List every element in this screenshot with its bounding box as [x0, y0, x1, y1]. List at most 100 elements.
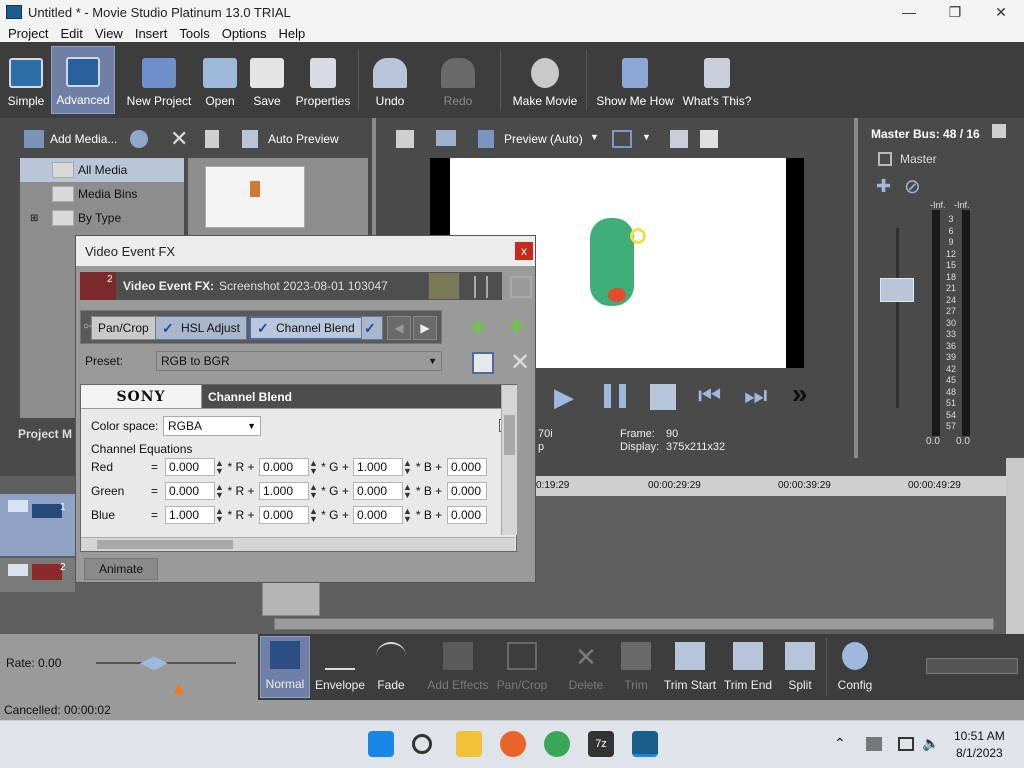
blue-b-field[interactable]: 0.000 — [447, 506, 487, 524]
chevron-down-icon[interactable]: ▼ — [428, 352, 437, 370]
delete-media-icon[interactable]: ✕ — [170, 126, 188, 152]
blue-g-field[interactable]: 0.000 — [353, 506, 403, 524]
grid-overlay-icon[interactable] — [612, 130, 632, 148]
chrome-icon[interactable] — [544, 731, 570, 757]
properties-vertical-scrollbar[interactable] — [501, 385, 517, 535]
zoom-slider[interactable] — [926, 658, 1018, 674]
vertical-scrollbar[interactable] — [1006, 458, 1024, 634]
trim-end-button[interactable]: Trim End — [722, 636, 774, 698]
master-fx-icon[interactable] — [878, 152, 892, 166]
spinner-icon[interactable]: ▲ ▼ — [403, 507, 412, 524]
fast-forward-icon[interactable]: » — [792, 378, 808, 410]
menu-edit[interactable]: Edit — [60, 26, 82, 41]
red-r-field[interactable]: 0.000 — [259, 458, 309, 476]
undo-button[interactable]: Undo — [368, 46, 412, 114]
spinner-icon[interactable]: ▲ ▼ — [309, 483, 318, 500]
trim-button[interactable]: Trim — [616, 636, 656, 698]
trim-start-button[interactable]: Trim Start — [662, 636, 718, 698]
normal-tool-button[interactable]: Normal — [260, 636, 310, 698]
split-screen-icon[interactable] — [478, 130, 494, 148]
media-properties-icon[interactable] — [205, 130, 219, 148]
spinner-icon[interactable]: ▲ ▼ — [309, 507, 318, 524]
7zip-icon[interactable]: 7z — [588, 731, 614, 757]
preview-properties-icon[interactable] — [396, 130, 414, 148]
chevron-down-icon[interactable]: ▼ — [642, 132, 651, 142]
spinner-icon[interactable]: ▲ ▼ — [403, 459, 412, 476]
media-thumbnail[interactable] — [205, 166, 305, 228]
fade-tool-button[interactable]: Fade — [370, 636, 412, 698]
add-plugin-icon[interactable]: ✚ — [470, 316, 487, 341]
config-button[interactable]: Config — [834, 636, 876, 698]
remove-plugin-icon[interactable]: ✚ — [508, 314, 525, 339]
dialog-titlebar[interactable]: Video Event FX x — [76, 236, 535, 266]
chevron-down-icon[interactable]: ▼ — [247, 417, 256, 435]
check-icon[interactable]: ✓ — [257, 321, 271, 335]
dialog-close-button[interactable]: x — [515, 242, 533, 260]
auto-preview-icon[interactable] — [242, 130, 258, 148]
copy-snapshot-icon[interactable] — [670, 130, 688, 148]
split-button[interactable]: Split — [782, 636, 818, 698]
master-properties-icon[interactable] — [992, 124, 1006, 138]
expand-icon[interactable]: ⊞ — [30, 213, 38, 224]
firefox-icon[interactable] — [500, 731, 526, 757]
add-effects-button[interactable]: Add Effects — [426, 636, 490, 698]
movie-studio-taskbar-icon[interactable] — [632, 731, 658, 757]
tree-item-all-media[interactable]: All Media — [20, 158, 184, 182]
search-icon[interactable] — [412, 734, 432, 754]
spinner-icon[interactable]: ▲ ▼ — [215, 459, 224, 476]
whats-this-button[interactable]: What's This? — [682, 46, 752, 114]
animate-button[interactable]: Animate — [84, 558, 158, 580]
properties-horizontal-scrollbar[interactable] — [81, 537, 515, 551]
restore-button[interactable]: ❐ — [932, 0, 978, 24]
envelope-tool-button[interactable]: Envelope — [314, 636, 366, 698]
check-icon[interactable]: ✓ — [364, 321, 376, 335]
chevron-down-icon[interactable]: ▼ — [590, 132, 599, 142]
scroll-thumb[interactable] — [504, 415, 515, 455]
blue-r-field[interactable]: 0.000 — [259, 506, 309, 524]
chain-item-overflow[interactable]: ✓ — [361, 316, 383, 340]
chain-view-icon[interactable] — [474, 276, 488, 298]
mute-icon[interactable]: ⊘ — [904, 174, 921, 199]
horizontal-scrollbar[interactable] — [274, 618, 994, 630]
green-b-field[interactable]: 0.000 — [447, 482, 487, 500]
save-preset-icon[interactable] — [472, 352, 494, 374]
chain-scroll-right-icon[interactable]: ▶ — [413, 316, 437, 340]
save-button[interactable]: Save — [248, 46, 286, 114]
scroll-thumb[interactable] — [97, 540, 233, 549]
chain-item-hsl-adjust[interactable]: ✓ HSL Adjust — [155, 316, 247, 340]
chain-scroll-left-icon[interactable]: ◀ — [387, 316, 411, 340]
make-movie-button[interactable]: Make Movie — [508, 46, 582, 114]
chain-grid-icon[interactable] — [510, 276, 532, 298]
red-offset-field[interactable]: 0.000 — [165, 458, 215, 476]
globe-icon[interactable] — [130, 130, 148, 148]
add-bus-icon[interactable]: ✚ — [876, 176, 891, 197]
network-icon[interactable] — [866, 737, 882, 751]
color-space-dropdown[interactable]: RGBA ▼ — [163, 416, 261, 436]
delete-preset-icon[interactable]: ✕ — [510, 348, 530, 377]
add-media-button[interactable]: Add Media... — [50, 132, 117, 146]
timeline-clip[interactable] — [262, 582, 320, 616]
go-to-start-icon[interactable]: ⏮ — [698, 380, 721, 412]
play-icon[interactable]: ▶ — [554, 382, 574, 413]
chain-item-pan-crop[interactable]: Pan/Crop — [91, 316, 156, 340]
clock-date[interactable]: 8/1/2023 — [956, 746, 1003, 760]
simple-button[interactable]: Simple — [4, 46, 48, 114]
advanced-button[interactable]: Advanced — [51, 46, 115, 114]
clock-time[interactable]: 10:51 AM — [954, 729, 1005, 743]
preview-quality-dropdown[interactable]: Preview (Auto) — [504, 132, 583, 146]
project-media-tab[interactable]: Project M — [18, 427, 72, 441]
go-to-end-icon[interactable]: ⏭ — [744, 380, 767, 412]
volume-icon[interactable]: 🔈 — [922, 735, 939, 752]
properties-button[interactable]: Properties — [292, 46, 354, 114]
delete-button[interactable]: ✕ Delete — [566, 636, 606, 698]
spinner-icon[interactable]: ▲ ▼ — [403, 483, 412, 500]
blue-offset-field[interactable]: 1.000 — [165, 506, 215, 524]
green-offset-field[interactable]: 0.000 — [165, 482, 215, 500]
menu-insert[interactable]: Insert — [135, 26, 168, 41]
preset-dropdown[interactable]: RGB to BGR ▼ — [156, 351, 442, 371]
auto-preview-button[interactable]: Auto Preview — [268, 132, 339, 146]
green-r-field[interactable]: 1.000 — [259, 482, 309, 500]
display-icon[interactable] — [898, 737, 914, 751]
track-expand-icon[interactable] — [8, 564, 28, 576]
rate-slider-handle[interactable]: ▲ — [170, 678, 188, 699]
